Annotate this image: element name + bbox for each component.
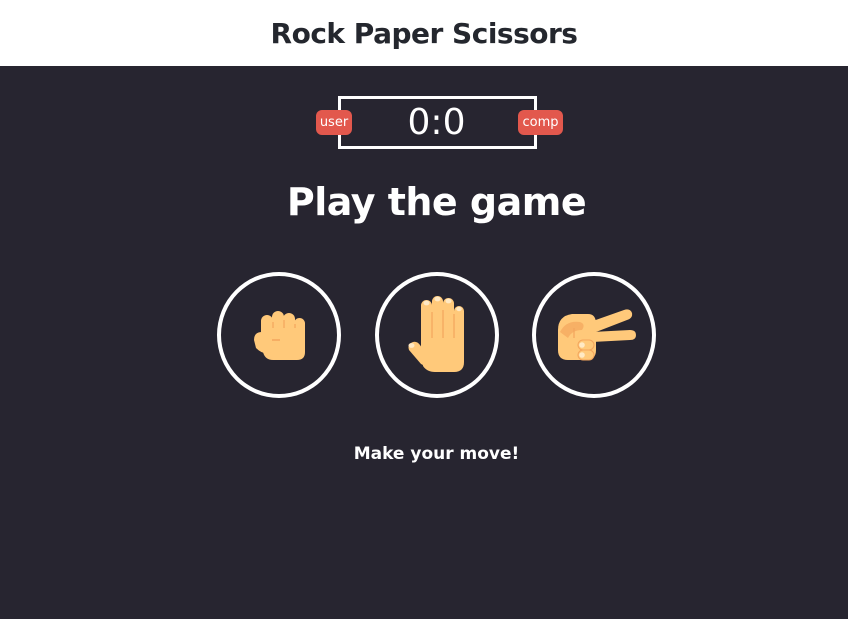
status-message: Make your move! — [353, 444, 520, 464]
comp-badge: comp — [518, 110, 563, 135]
fist-icon — [254, 311, 305, 360]
rock-choice-button[interactable] — [217, 272, 341, 398]
open-hand-icon — [408, 296, 464, 372]
app-title: Rock Paper Scissors — [270, 16, 578, 50]
paper-choice-button[interactable] — [375, 272, 499, 398]
app-header: Rock Paper Scissors — [0, 0, 848, 66]
score-display: 0:0 — [407, 102, 466, 143]
scissors-hand-icon — [558, 309, 636, 361]
user-badge: user — [316, 110, 352, 135]
scoreboard: 0:0 — [338, 96, 537, 149]
scissors-choice-button[interactable] — [532, 272, 656, 398]
game-title: Play the game — [286, 180, 587, 224]
